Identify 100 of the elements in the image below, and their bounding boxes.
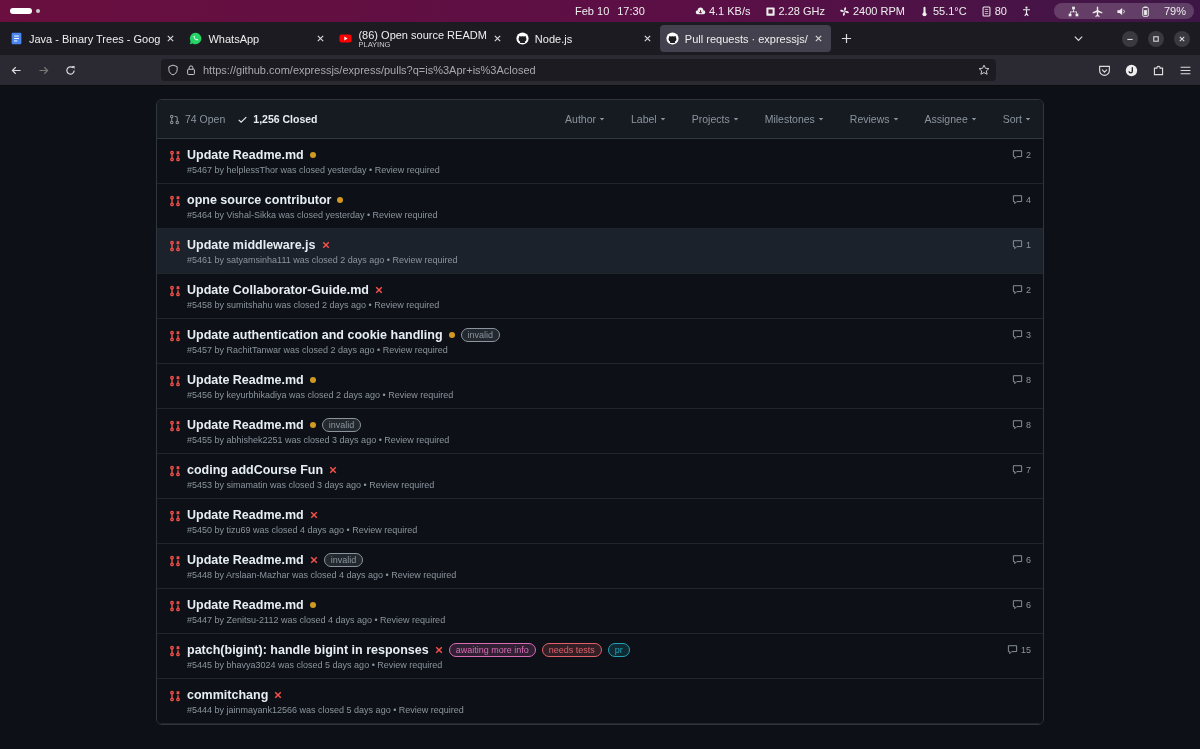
tab-list-chevron-icon[interactable]	[1073, 33, 1084, 44]
pull-request-title[interactable]: Update Readme.md	[187, 598, 304, 612]
pull-request-title[interactable]: Update Collaborator-Guide.md	[187, 283, 369, 297]
profile-circle-icon[interactable]	[1125, 63, 1138, 77]
browser-tab[interactable]: Java - Binary Trees - Goog	[4, 25, 184, 52]
pull-request-meta: #5450 by tizu69 was closed 4 days ago • Review required	[187, 525, 419, 535]
pull-request-row[interactable]: Update middleware.js #5461 by satyamsinha111 was closed 2 days ago • Review required 1	[157, 229, 1043, 274]
comment-icon	[1012, 599, 1023, 610]
battery-icon	[1139, 5, 1151, 17]
failure-cross-icon[interactable]	[309, 556, 318, 564]
pull-request-title[interactable]: Update Readme.md	[187, 373, 304, 387]
memory-icon	[980, 5, 992, 17]
pull-request-meta: #5448 by Arslaan-Mazhar was closed 4 days ago • Review required	[187, 570, 458, 580]
failure-cross-icon[interactable]	[321, 241, 330, 249]
closed-pull-request-icon	[169, 285, 181, 297]
pull-request-title[interactable]: patch(bigint): handle bigint in responses	[187, 643, 429, 657]
label-tag[interactable]: invalid	[321, 418, 362, 432]
pending-status-dot-icon[interactable]	[448, 332, 455, 338]
comment-count-link[interactable]: 8	[1012, 374, 1031, 385]
comment-count-link[interactable]: 7	[1012, 464, 1031, 475]
filter-dropdown[interactable]: Projects	[691, 113, 739, 125]
pull-request-title[interactable]: Update Readme.md	[187, 553, 304, 567]
state-filter-link[interactable]: 1,256 Closed	[237, 113, 318, 125]
state-filter-link[interactable]: 74 Open	[169, 113, 226, 125]
browser-tab[interactable]: Node.js	[509, 25, 660, 52]
reload-icon[interactable]	[64, 63, 77, 77]
comment-count-link[interactable]: 1	[1012, 239, 1031, 250]
failure-cross-icon[interactable]	[329, 466, 338, 474]
bookmark-star-icon[interactable]	[978, 64, 990, 76]
close-tab-icon[interactable]	[813, 34, 823, 43]
play-icon	[339, 32, 353, 45]
pull-request-title[interactable]: Update authentication and cookie handling	[187, 328, 443, 342]
comment-icon	[1012, 464, 1023, 475]
pending-status-dot-icon[interactable]	[309, 422, 316, 428]
pull-request-title[interactable]: Update Readme.md	[187, 418, 304, 432]
comment-count-link[interactable]: 6	[1012, 554, 1031, 565]
closed-pull-request-icon	[169, 555, 181, 567]
puzzle-piece-icon[interactable]	[1152, 63, 1165, 77]
caret-icon	[970, 116, 977, 122]
battery-percent-text: 79%	[1163, 5, 1186, 17]
comment-icon	[1007, 644, 1018, 655]
comment-icon	[1012, 149, 1023, 160]
pending-status-dot-icon[interactable]	[309, 152, 316, 158]
filter-dropdown[interactable]: Reviews	[849, 113, 899, 125]
comment-count-link[interactable]: 15	[1007, 644, 1031, 655]
tab-title: Pull requests · expressjs/	[684, 32, 808, 45]
pending-status-dot-icon[interactable]	[337, 197, 344, 203]
new-tab-icon[interactable]	[840, 33, 852, 44]
close-tab-icon[interactable]	[316, 34, 326, 43]
closed-pull-request-icon	[169, 375, 181, 387]
minimize-icon[interactable]	[1122, 30, 1138, 47]
label-tag[interactable]: pr	[607, 643, 630, 657]
pull-request-title[interactable]: Update Readme.md	[187, 148, 304, 162]
address-bar[interactable]: https://github.com/expressjs/express/pulls?q=is%3Apr+is%3Aclosed	[161, 59, 996, 81]
comment-count-link[interactable]: 6	[1012, 599, 1031, 610]
filter-dropdown[interactable]: Assignee	[924, 113, 977, 125]
cpu-frequency-text: 2.28 GHz	[778, 5, 825, 17]
pull-request-title[interactable]: opne source contributor	[187, 193, 332, 207]
pending-status-dot-icon[interactable]	[309, 377, 316, 383]
filter-dropdown[interactable]: Label	[631, 113, 666, 125]
caret-icon	[599, 116, 605, 122]
label-tag[interactable]: needs tests	[541, 643, 602, 657]
label-tag[interactable]: awaiting more info	[448, 643, 536, 657]
pull-request-title[interactable]: Update middleware.js	[187, 238, 316, 252]
pull-request-meta: #5464 by Vishal-Sikka was closed yesterday • Review required	[187, 210, 439, 220]
time-text[interactable]: 17:30	[617, 5, 645, 17]
filter-dropdown[interactable]: Sort	[1002, 113, 1031, 125]
closed-pull-request-icon	[169, 150, 181, 162]
comment-count-link[interactable]: 2	[1012, 284, 1031, 295]
comment-count-link[interactable]: 2	[1012, 149, 1031, 160]
failure-cross-icon[interactable]	[434, 646, 443, 654]
pull-request-title[interactable]: commitchang	[187, 688, 269, 702]
workspace-dot-icon[interactable]	[36, 9, 40, 13]
pull-request-title[interactable]: coding addCourse Fun	[187, 463, 324, 477]
pocket-icon[interactable]	[1098, 63, 1111, 77]
date-text[interactable]: Feb 10	[575, 5, 610, 17]
close-tab-icon[interactable]	[166, 34, 176, 43]
filter-dropdown[interactable]: Author	[565, 113, 605, 125]
pull-request-title[interactable]: Update Readme.md	[187, 508, 304, 522]
close-tab-icon[interactable]	[492, 34, 502, 43]
memory-text: 80	[994, 5, 1007, 17]
failure-cross-icon[interactable]	[309, 511, 318, 519]
status-menu[interactable]: 79%	[1053, 3, 1194, 19]
accessibility-icon[interactable]	[1020, 5, 1032, 17]
document-icon	[10, 32, 23, 45]
browser-tab[interactable]: WhatsApp	[183, 25, 334, 52]
browser-tab[interactable]: Pull requests · expressjs/	[659, 25, 831, 52]
failure-cross-icon[interactable]	[274, 691, 283, 699]
label-tag[interactable]: invalid	[323, 553, 364, 567]
label-tag[interactable]: invalid	[460, 328, 501, 342]
restore-icon[interactable]	[1148, 30, 1164, 47]
pending-status-dot-icon[interactable]	[309, 602, 316, 608]
close-window-icon[interactable]	[1174, 30, 1190, 47]
workspace-indicator-icon[interactable]	[10, 8, 32, 14]
close-tab-icon[interactable]	[642, 34, 652, 43]
failure-cross-icon[interactable]	[374, 286, 383, 294]
filter-dropdown[interactable]: Milestones	[764, 113, 824, 125]
comment-count-link[interactable]: 4	[1012, 194, 1031, 205]
comment-count-link[interactable]: 8	[1012, 419, 1031, 430]
comment-count-link[interactable]: 3	[1012, 329, 1031, 340]
